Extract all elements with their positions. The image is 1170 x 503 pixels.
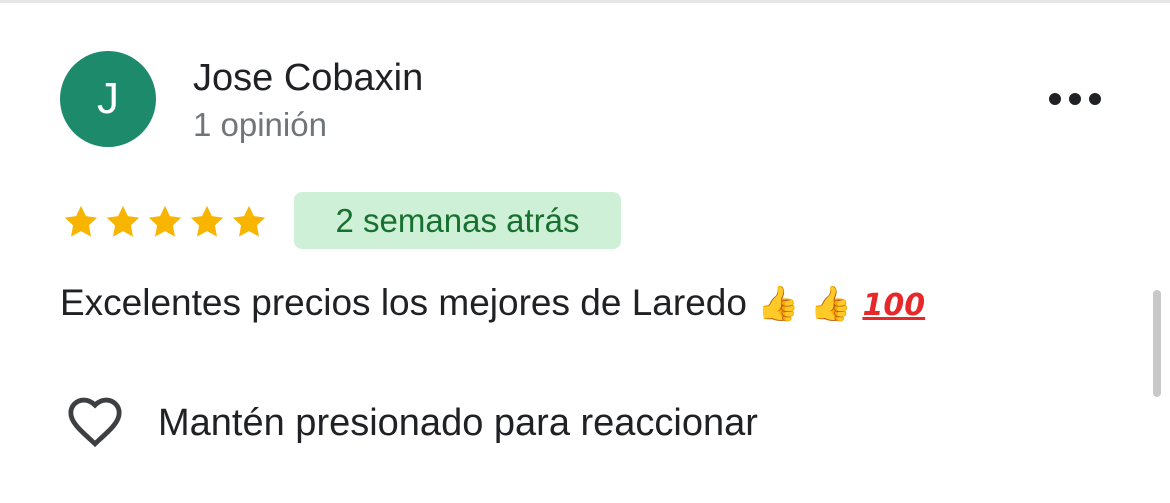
avatar[interactable]: J — [60, 51, 156, 147]
star-rating — [60, 198, 270, 246]
thumbs-up-icon: 👍 — [757, 284, 800, 324]
scrollbar[interactable] — [1153, 290, 1161, 397]
react-button[interactable]: Mantén presionado para reaccionar — [62, 392, 758, 454]
star-icon — [144, 198, 186, 246]
avatar-initial: J — [97, 74, 119, 123]
star-icon — [186, 198, 228, 246]
react-label: Mantén presionado para reaccionar — [158, 402, 758, 444]
review-date-badge: 2 semanas atrás — [294, 192, 621, 249]
more-options-button[interactable] — [1044, 82, 1106, 116]
star-icon — [60, 198, 102, 246]
review-body: Excelentes precios los mejores de Laredo… — [60, 280, 925, 329]
star-icon — [102, 198, 144, 246]
more-horizontal-icon — [1049, 93, 1101, 105]
heart-outline-icon — [62, 392, 128, 454]
author-review-count: 1 opinión — [193, 106, 327, 143]
star-icon — [228, 198, 270, 246]
top-divider — [0, 0, 1170, 3]
hundred-points-icon: 100 — [862, 288, 926, 323]
author-name[interactable]: Jose Cobaxin — [193, 56, 423, 100]
thumbs-up-icon: 👍 — [809, 284, 853, 324]
review-text: Excelentes precios los mejores de Laredo — [60, 282, 747, 323]
